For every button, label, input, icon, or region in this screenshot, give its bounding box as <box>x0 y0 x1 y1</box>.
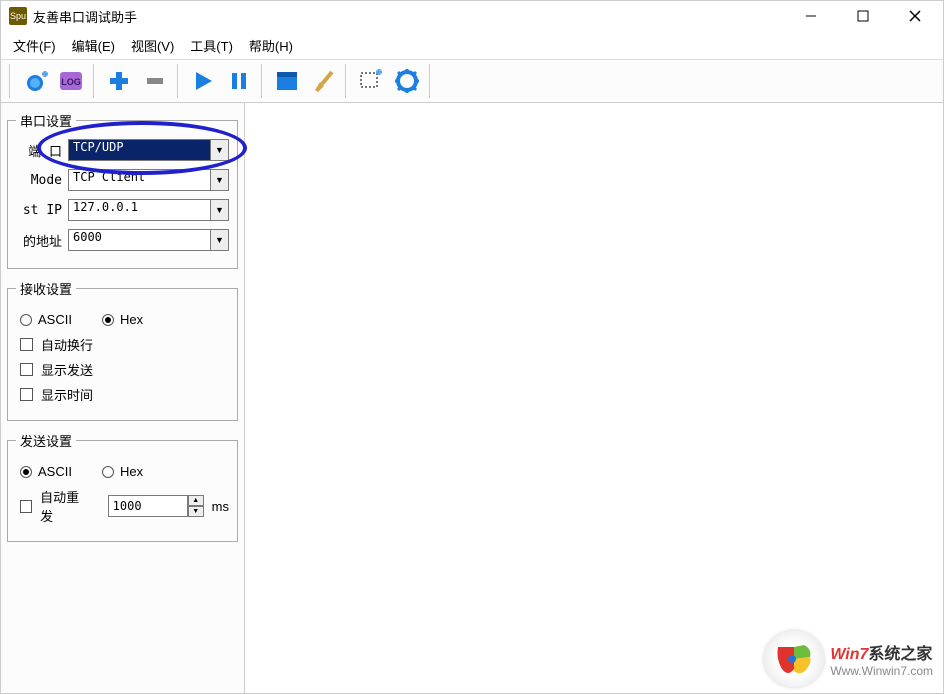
serial-settings-group: 串口设置 端 口 TCP/UDP ▼ Mode TCP Client ▼ st … <box>7 111 238 269</box>
radio-icon <box>102 314 114 326</box>
minimize-button[interactable] <box>791 2 831 30</box>
checkbox-icon <box>20 338 33 351</box>
output-area[interactable] <box>245 103 943 693</box>
watermark-brand-text: 系统之家 <box>868 646 932 663</box>
auto-wrap-checkbox[interactable]: 自动换行 <box>20 335 229 354</box>
ip-dropdown[interactable]: 127.0.0.1 ▼ <box>68 199 229 221</box>
pause-icon[interactable] <box>222 64 256 98</box>
menu-help[interactable]: 帮助(H) <box>243 34 299 57</box>
maximize-button[interactable] <box>843 2 883 30</box>
addr-dropdown[interactable]: 6000 ▼ <box>68 229 229 251</box>
show-send-checkbox[interactable]: 显示发送 <box>20 360 229 379</box>
radio-icon <box>102 466 114 478</box>
recv-ascii-radio[interactable]: ASCII <box>20 312 72 327</box>
watermark-brand-w: W <box>830 646 845 663</box>
dropdown-arrow-icon[interactable]: ▼ <box>211 169 229 191</box>
recv-settings-group: 接收设置 ASCII Hex 自动换行 显示发送 <box>7 279 238 421</box>
recv-legend: 接收设置 <box>16 279 76 298</box>
log-icon[interactable]: LOG <box>54 64 88 98</box>
ip-label: st IP <box>16 203 62 218</box>
menu-tools[interactable]: 工具(T) <box>184 34 239 57</box>
mode-label: Mode <box>16 173 62 188</box>
unit-label: ms <box>212 499 229 514</box>
send-legend: 发送设置 <box>16 431 76 450</box>
send-settings-group: 发送设置 ASCII Hex 自动重发 ▲ <box>7 431 238 542</box>
recv-hex-radio[interactable]: Hex <box>102 312 143 327</box>
interval-input[interactable] <box>108 495 188 517</box>
dropdown-arrow-icon[interactable]: ▼ <box>211 229 229 251</box>
auto-resend-checkbox[interactable]: 自动重发 ▲ ▼ ms <box>20 487 229 525</box>
window-icon[interactable] <box>270 64 304 98</box>
addr-label: 的地址 <box>16 231 62 250</box>
add-connection-icon[interactable] <box>18 64 52 98</box>
app-icon: Spu <box>9 7 27 25</box>
plus-icon[interactable] <box>102 64 136 98</box>
brush-icon[interactable] <box>306 64 340 98</box>
checkbox-icon <box>20 388 33 401</box>
addr-value[interactable]: 6000 <box>68 229 211 251</box>
play-icon[interactable] <box>186 64 220 98</box>
menu-bar: 文件(F) 编辑(E) 视图(V) 工具(T) 帮助(H) <box>1 31 943 59</box>
mode-dropdown[interactable]: TCP Client ▼ <box>68 169 229 191</box>
dropdown-arrow-icon[interactable]: ▼ <box>211 199 229 221</box>
ip-value[interactable]: 127.0.0.1 <box>68 199 211 221</box>
menu-file[interactable]: 文件(F) <box>7 34 62 57</box>
mode-value[interactable]: TCP Client <box>68 169 211 191</box>
svg-text:LOG: LOG <box>61 77 81 87</box>
resend-interval-spinner[interactable]: ▲ ▼ <box>108 495 204 517</box>
send-ascii-radio[interactable]: ASCII <box>20 464 72 479</box>
new-window-icon[interactable] <box>354 64 388 98</box>
port-value[interactable]: TCP/UDP <box>68 139 211 161</box>
menu-edit[interactable]: 编辑(E) <box>66 34 121 57</box>
close-button[interactable] <box>895 2 935 30</box>
checkbox-icon <box>20 363 33 376</box>
checkbox-icon <box>20 500 32 513</box>
watermark-logo-icon <box>764 631 824 687</box>
port-label: 端 口 <box>16 141 62 160</box>
left-panel: 串口设置 端 口 TCP/UDP ▼ Mode TCP Client ▼ st … <box>1 103 245 693</box>
serial-legend: 串口设置 <box>16 111 76 130</box>
title-bar: Spu 友善串口调试助手 <box>1 1 943 31</box>
spin-up-icon[interactable]: ▲ <box>188 495 204 506</box>
minus-icon[interactable] <box>138 64 172 98</box>
port-dropdown[interactable]: TCP/UDP ▼ <box>68 139 229 161</box>
show-time-checkbox[interactable]: 显示时间 <box>20 385 229 404</box>
radio-icon <box>20 466 32 478</box>
menu-view[interactable]: 视图(V) <box>125 34 180 57</box>
watermark-url: Www.Winwin7.com <box>830 664 933 678</box>
watermark: Win7系统之家 Www.Winwin7.com <box>764 631 933 687</box>
toolbar: LOG <box>1 59 943 103</box>
settings-gear-icon[interactable] <box>390 64 424 98</box>
spin-down-icon[interactable]: ▼ <box>188 506 204 517</box>
dropdown-arrow-icon[interactable]: ▼ <box>211 139 229 161</box>
radio-icon <box>20 314 32 326</box>
send-hex-radio[interactable]: Hex <box>102 464 143 479</box>
window-title: 友善串口调试助手 <box>33 7 791 26</box>
